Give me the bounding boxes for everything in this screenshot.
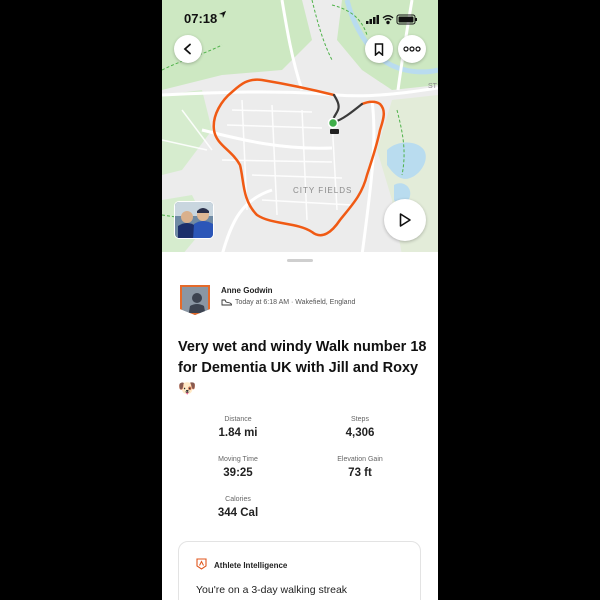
battery-icon xyxy=(396,14,417,25)
cellular-signal-icon xyxy=(366,15,379,24)
walking-shoe-icon xyxy=(221,299,232,306)
athlete-intelligence-card[interactable]: Athlete Intelligence You're on a 3-day w… xyxy=(178,541,421,600)
activity-date-location: Today at 6:18 AM · Wakefield, England xyxy=(235,299,356,306)
stat-label: Distance xyxy=(224,416,252,423)
stat-value: 4,306 xyxy=(345,427,375,439)
stat-steps: Steps 4,306 xyxy=(310,416,410,439)
athlete-avatar[interactable] xyxy=(180,285,210,315)
stat-value: 344 Cal xyxy=(217,507,259,519)
stat-calories: Calories 344 Cal xyxy=(188,496,288,519)
status-bar: 07:18 xyxy=(162,0,438,36)
stat-elevation-gain: Elevation Gain 73 ft xyxy=(310,456,410,479)
stat-value: 73 ft xyxy=(348,467,372,479)
status-icons xyxy=(366,12,418,30)
card-title: Athlete Intelligence xyxy=(214,561,288,570)
map-area-label: CITY FIELDS xyxy=(293,186,353,195)
more-button[interactable] xyxy=(398,35,426,63)
back-button[interactable] xyxy=(174,35,202,63)
stat-value: 39:25 xyxy=(223,467,253,479)
athlete-intelligence-icon xyxy=(196,558,207,570)
map-street-label: ST xyxy=(428,83,437,90)
bookmark-icon xyxy=(374,42,384,56)
activity-meta: Today at 6:18 AM · Wakefield, England xyxy=(221,299,355,306)
card-text: You're on a 3-day walking streak xyxy=(196,584,348,596)
activity-details-sheet: Anne Godwin Today at 6:18 AM · Wakefield… xyxy=(162,252,438,600)
activity-photo-thumbnail[interactable] xyxy=(174,201,214,239)
start-marker xyxy=(327,117,339,129)
stat-moving-time: Moving Time 39:25 xyxy=(188,456,288,479)
more-dots-icon xyxy=(403,46,421,52)
stat-label: Calories xyxy=(225,496,251,503)
stat-label: Steps xyxy=(351,416,369,423)
stat-value: 1.84 mi xyxy=(218,427,258,439)
play-flyover-button[interactable] xyxy=(384,199,426,241)
sheet-grabber-handle[interactable] xyxy=(287,259,313,262)
bookmark-button[interactable] xyxy=(365,35,393,63)
stat-label: Moving Time xyxy=(218,456,258,463)
activity-title: Very wet and windy Walk number 18 for De… xyxy=(178,339,427,397)
phone-screen: CITY FIELDS ST 07:18 Anne Godwin Today a… xyxy=(162,0,438,600)
status-time: 07:18 xyxy=(184,11,218,26)
activity-map[interactable]: CITY FIELDS ST 07:18 xyxy=(162,0,438,255)
play-icon xyxy=(399,213,411,227)
stat-distance: Distance 1.84 mi xyxy=(188,416,288,439)
athlete-name[interactable]: Anne Godwin xyxy=(221,286,273,295)
photo-image xyxy=(175,202,213,238)
stat-label: Elevation Gain xyxy=(337,456,383,463)
navigation-arrow-icon xyxy=(218,10,227,22)
chevron-left-icon xyxy=(183,43,191,55)
wifi-icon xyxy=(382,15,394,25)
